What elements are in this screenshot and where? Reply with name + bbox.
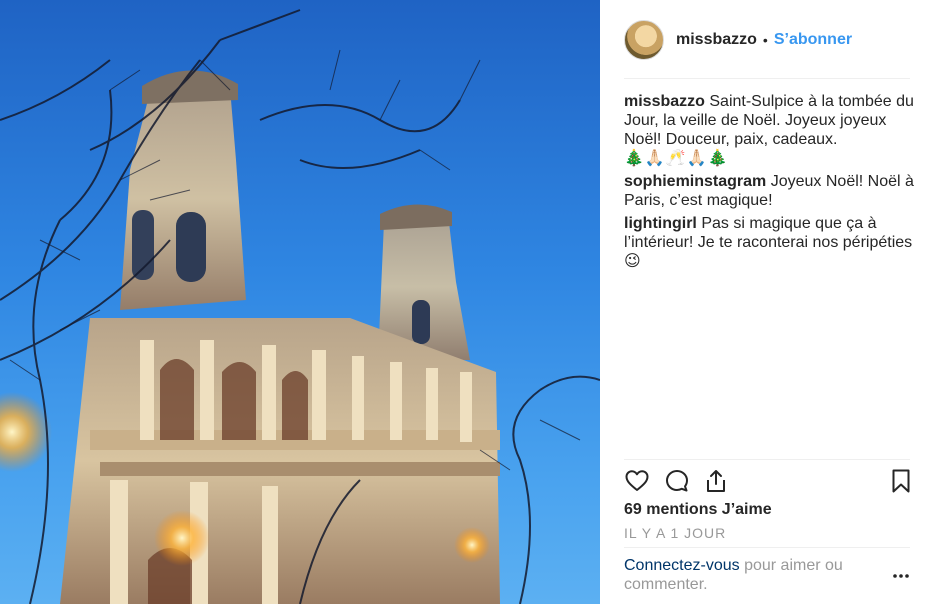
church-illustration [0,9,600,604]
post-photo [0,0,600,604]
login-link[interactable]: Connectez-vous [624,557,740,574]
post-header: missbazzo • S’abonner [624,18,852,62]
comments-list: missbazzo Saint-Sulpice à la tombée du J… [624,92,914,275]
action-bar [624,468,914,496]
comment-icon[interactable] [664,468,690,494]
divider [624,78,910,79]
comment-emoji: 🎄🙏🏻🥂🙏🏻🎄 [624,150,729,167]
login-prompt: Connectez-vous pour aimer ou commenter. [624,556,894,594]
comment-caption: missbazzo Saint-Sulpice à la tombée du J… [624,92,914,168]
share-icon[interactable] [703,468,729,494]
post-timestamp[interactable]: IL Y A 1 JOUR [624,525,726,541]
comment-author[interactable]: missbazzo [624,93,705,110]
more-options-icon[interactable] [892,566,910,586]
divider [624,547,910,548]
comment-item: sophieminstagram Joyeux Noël! Noël à Par… [624,172,914,210]
likes-count[interactable]: 69 mentions J’aime [624,501,772,519]
divider [624,459,910,460]
username-link[interactable]: missbazzo [676,31,757,49]
avatar[interactable] [624,20,664,60]
post-panel: missbazzo • S’abonner missbazzo Saint-Su… [600,0,934,604]
comment-item: lightingirl Pas si magique que ça à l’in… [624,214,914,271]
comment-author[interactable]: lightingirl [624,215,697,232]
separator-dot: • [762,32,768,48]
heart-icon[interactable] [624,468,650,494]
comment-author[interactable]: sophieminstagram [624,173,766,190]
follow-button[interactable]: S’abonner [774,31,852,49]
bookmark-icon[interactable] [888,468,914,494]
